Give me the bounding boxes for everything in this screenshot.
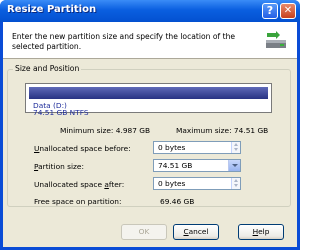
partition-bar[interactable] bbox=[29, 87, 268, 99]
minimum-size-text: Minimum size: 4.987 GB bbox=[60, 126, 151, 135]
group-label: Size and Position bbox=[13, 64, 82, 73]
title-bar[interactable]: Resize Partition ? ✕ bbox=[0, 0, 300, 22]
help-icon-button[interactable]: ? bbox=[262, 3, 278, 19]
free-space-label: Free space on partition: bbox=[34, 197, 122, 206]
window-title: Resize Partition bbox=[7, 4, 97, 15]
unallocated-before-value: 0 bytes bbox=[158, 143, 186, 152]
partition-size-combo[interactable]: 74.51 GB bbox=[153, 159, 241, 172]
unallocated-before-stepper[interactable]: 0 bytes bbox=[153, 141, 241, 154]
dialog-body: Enter the new partition size and specify… bbox=[3, 22, 297, 247]
header-description: Enter the new partition size and specify… bbox=[12, 32, 236, 51]
dialog-header: Enter the new partition size and specify… bbox=[3, 22, 297, 59]
partition-details: 74.51 GB NTFS bbox=[33, 108, 89, 117]
help-button[interactable]: Help bbox=[238, 224, 284, 240]
ok-button[interactable]: OK bbox=[121, 224, 167, 240]
spin-arrows-icon[interactable] bbox=[231, 178, 240, 189]
resize-partition-window: Resize Partition ? ✕ Enter the new parti… bbox=[0, 0, 300, 250]
free-space-value: 69.46 GB bbox=[160, 197, 195, 206]
chevron-down-icon[interactable] bbox=[228, 160, 240, 171]
unallocated-after-label: Unallocated space after: bbox=[34, 180, 125, 189]
partition-size-label: Partition size: bbox=[34, 162, 84, 171]
close-button[interactable]: ✕ bbox=[280, 3, 296, 19]
spin-arrows-icon[interactable] bbox=[231, 142, 240, 153]
partition-size-value: 74.51 GB bbox=[158, 161, 193, 170]
unallocated-before-label: Unallocated space before: bbox=[34, 144, 131, 153]
partition-resize-icon bbox=[266, 31, 286, 48]
unallocated-after-value: 0 bytes bbox=[158, 179, 186, 188]
cancel-button[interactable]: Cancel bbox=[173, 224, 219, 240]
maximum-size-text: Maximum size: 74.51 GB bbox=[176, 126, 269, 135]
unallocated-after-stepper[interactable]: 0 bytes bbox=[153, 177, 241, 190]
